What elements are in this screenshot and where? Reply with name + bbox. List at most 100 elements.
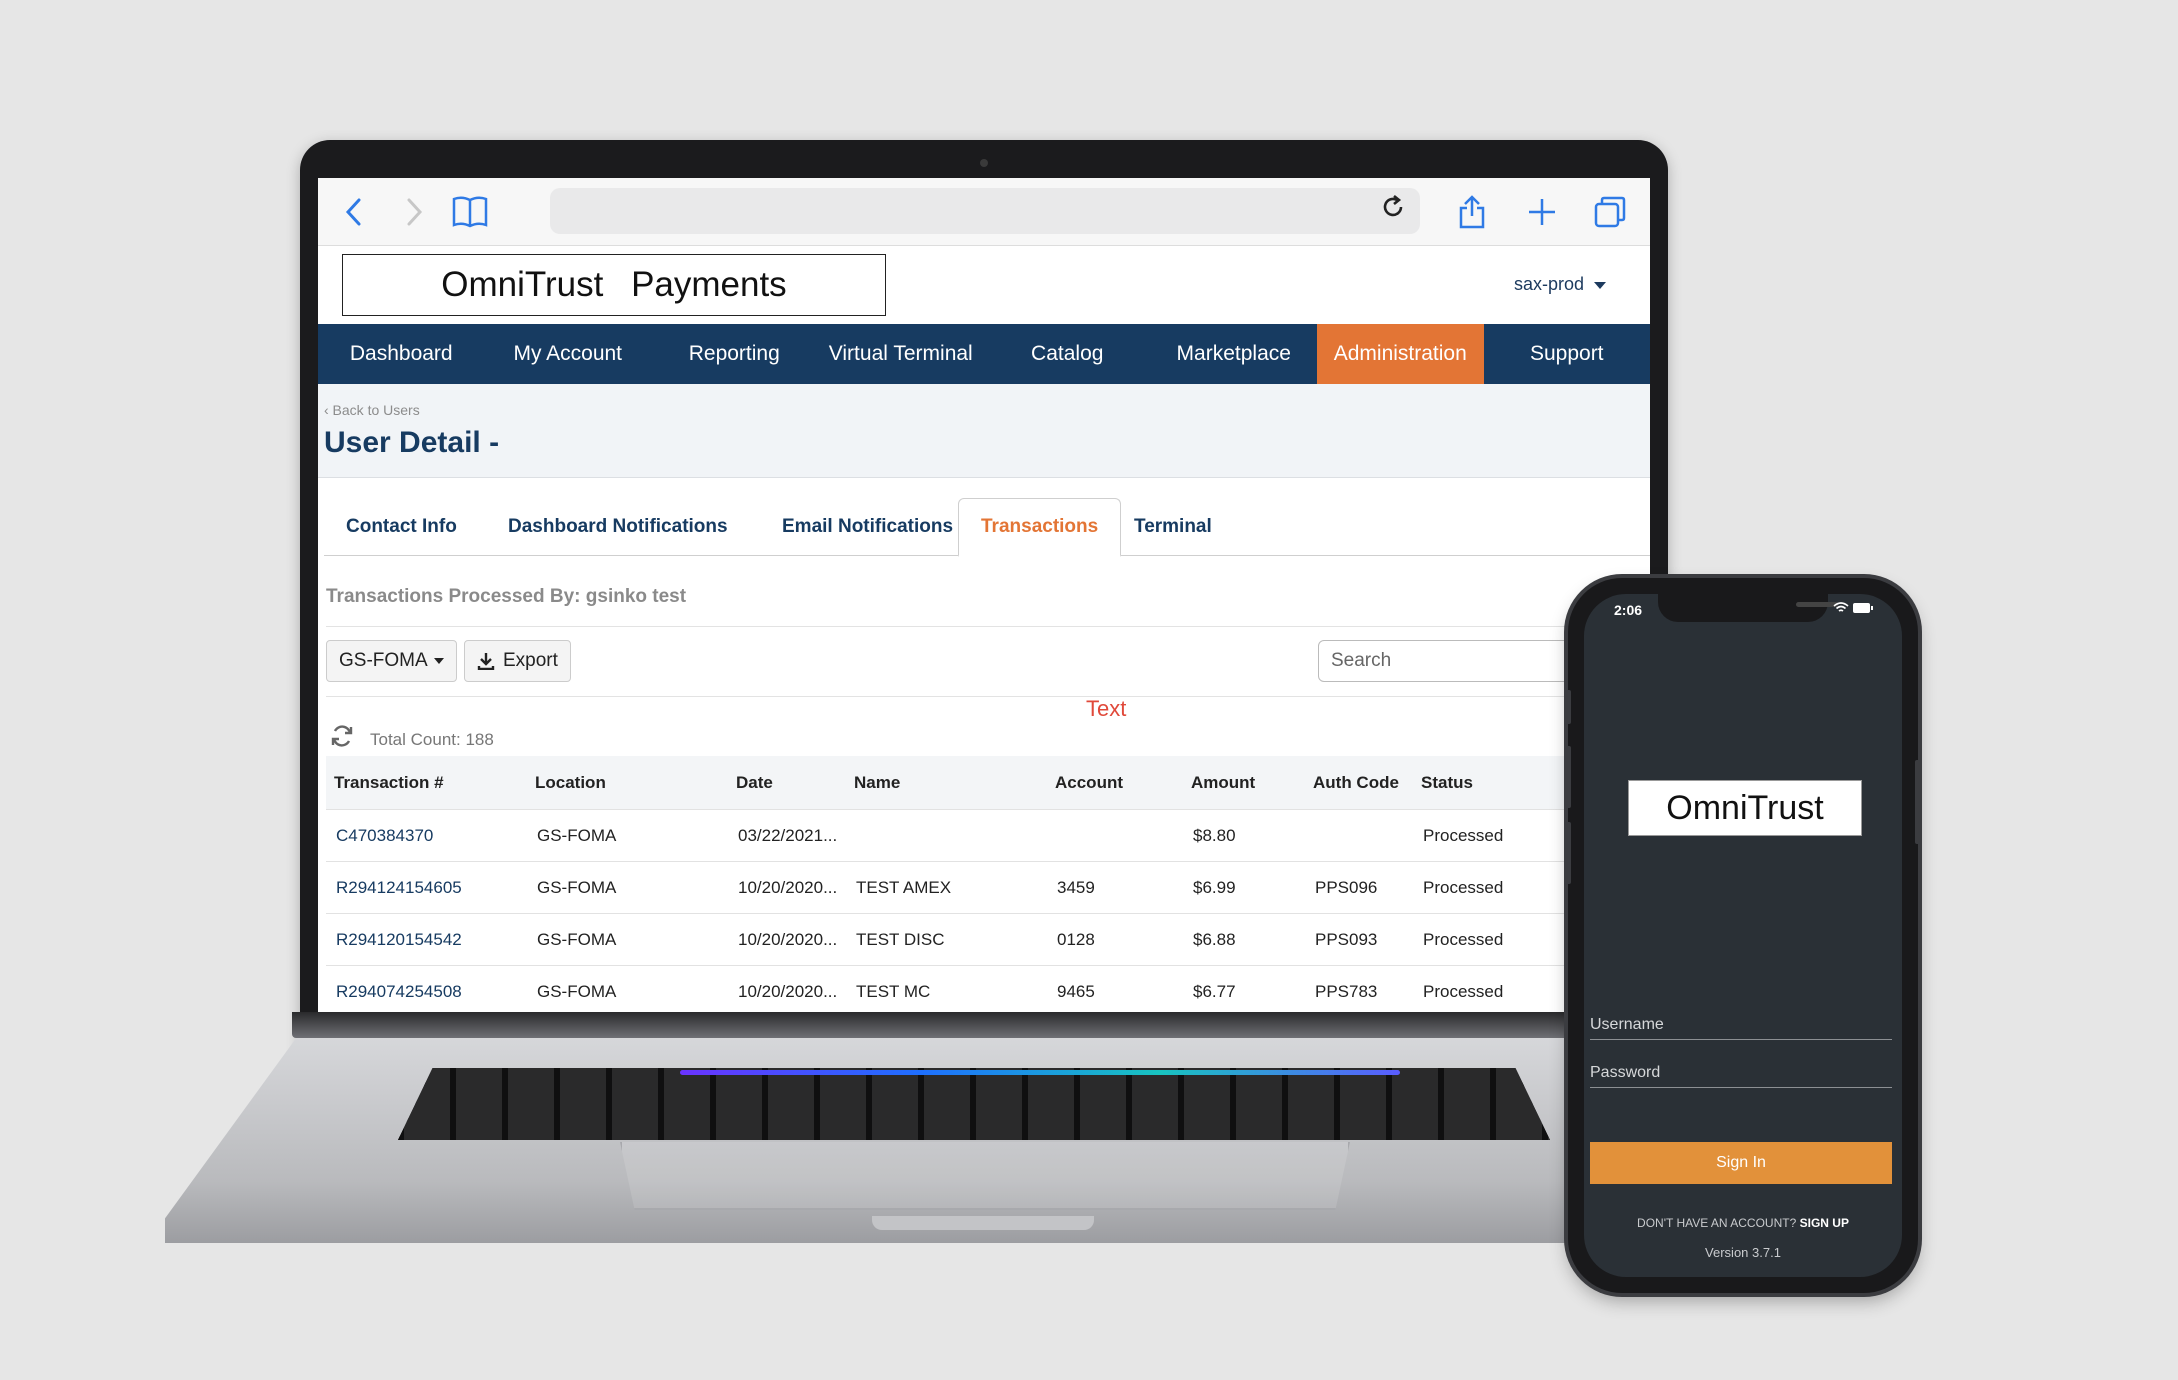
phone-omnitrust-logo: OmniTrust [1628,780,1862,836]
tab-email-notifications[interactable]: Email Notifications [760,498,975,556]
cell-date: 03/22/2021... [738,826,838,845]
signup-prompt: DON'T HAVE AN ACCOUNT? SIGN UP [1584,1216,1902,1230]
phone-power-button [1915,760,1920,844]
table-row[interactable]: C470384370 GS-FOMA 03/22/2021... $8.80 P… [326,810,1650,862]
phone-clock: 2:06 [1614,602,1643,618]
page-title: User Detail - [324,426,500,459]
cell-name: TEST DISC [856,930,945,949]
chevron-left-icon[interactable] [338,194,368,230]
back-to-users-link[interactable]: ‹ Back to Users [324,402,420,418]
transaction-id-link[interactable]: R294120154542 [336,930,462,950]
laptop-touchbar [680,1070,1400,1075]
phone-screen: 2:06 OmniTrust Username Password Sign In… [1584,594,1902,1277]
browser-toolbar [318,178,1650,246]
nav-support[interactable]: Support [1484,324,1651,384]
cell-auth-code: PPS783 [1315,982,1378,1001]
export-button[interactable]: Export [464,640,571,682]
table-row[interactable]: R294124154605 GS-FOMA 10/20/2020... TEST… [326,862,1650,914]
nav-my-account[interactable]: My Account [485,324,652,384]
password-field[interactable]: Password [1590,1054,1892,1088]
cell-account: 9465 [1057,982,1095,1001]
transaction-id-link[interactable]: C470384370 [336,826,433,846]
environment-dropdown[interactable]: sax-prod [1514,274,1606,295]
laptop-hinge [292,1012,1676,1038]
reload-icon[interactable] [1380,194,1406,228]
cell-name: TEST AMEX [856,878,952,897]
laptop-camera [980,159,988,167]
omnitrust-logo[interactable]: OmniTrust Payments [342,254,886,316]
phone-volume-down [1566,822,1571,884]
cell-date: 10/20/2020... [738,982,838,1001]
cell-auth-code: PPS096 [1315,878,1378,897]
tab-terminal[interactable]: Terminal [1112,498,1234,556]
export-label: Export [503,650,558,671]
cell-name: TEST MC [856,982,931,1001]
cell-amount: $8.80 [1193,826,1236,845]
column-header-account[interactable]: Account [1055,773,1123,793]
transaction-id-link[interactable]: R294124154605 [336,878,462,898]
cell-location: GS-FOMA [537,878,617,897]
address-bar[interactable] [550,188,1420,234]
nav-reporting[interactable]: Reporting [651,324,818,384]
phone-notch [1658,594,1838,622]
refresh-icon[interactable] [330,724,354,755]
divider [326,626,1650,627]
column-header-auth-code[interactable]: Auth Code [1313,773,1399,793]
nav-dashboard[interactable]: Dashboard [318,324,485,384]
nav-catalog[interactable]: Catalog [984,324,1151,384]
cell-location: GS-FOMA [537,826,617,845]
cell-amount: $6.99 [1193,878,1236,897]
sign-in-button[interactable]: Sign In [1590,1142,1892,1184]
chevron-right-icon[interactable] [400,194,430,230]
site-header: OmniTrust Payments sax-prod [318,246,1650,322]
location-filter-label: GS-FOMA [339,650,428,671]
caret-down-icon [433,658,444,664]
username-field[interactable]: Username [1590,1006,1892,1040]
cell-status: Processed [1423,982,1504,1001]
cell-status: Processed [1423,826,1504,845]
tab-dashboard-notifications[interactable]: Dashboard Notifications [486,498,750,556]
main-nav: Dashboard My Account Reporting Virtual T… [318,324,1650,384]
divider [326,696,1650,697]
share-icon[interactable] [1454,194,1490,230]
cell-status: Processed [1423,930,1504,949]
cell-status: Processed [1423,878,1504,897]
phone-volume-up [1566,746,1571,808]
total-count: Total Count: 188 [370,730,494,749]
nav-virtual-terminal[interactable]: Virtual Terminal [818,324,985,384]
transaction-id-link[interactable]: R294074254508 [336,982,462,1002]
column-header-date[interactable]: Date [736,773,773,793]
plus-icon[interactable] [1524,194,1560,230]
signup-link[interactable]: SIGN UP [1800,1216,1849,1230]
location-filter-dropdown[interactable]: GS-FOMA [326,640,457,682]
wifi-icon [1833,602,1852,617]
nav-marketplace[interactable]: Marketplace [1151,324,1318,384]
cell-location: GS-FOMA [537,930,617,949]
cell-auth-code: PPS093 [1315,930,1378,949]
table-header: Transaction # Location Date Name Account… [326,756,1650,810]
nav-administration[interactable]: Administration [1317,324,1484,384]
table-row[interactable]: R294120154542 GS-FOMA 10/20/2020... TEST… [326,914,1650,966]
detail-tabs: Contact Info Dashboard Notifications Ema… [324,498,1650,557]
cell-date: 10/20/2020... [738,930,838,949]
processed-by-label: Transactions Processed By: gsinko test [326,586,687,607]
column-header-status[interactable]: Status [1421,773,1473,793]
table-row[interactable]: R294074254508 GS-FOMA 10/20/2020... TEST… [326,966,1650,1012]
download-icon [477,652,495,670]
environment-label: sax-prod [1513,274,1584,294]
tabs-icon[interactable] [1590,194,1630,230]
laptop-lip [872,1216,1094,1230]
tab-transactions[interactable]: Transactions [958,498,1122,557]
column-header-name[interactable]: Name [854,773,900,793]
cell-account: 0128 [1057,930,1095,949]
page-header: ‹ Back to Users User Detail - [318,384,1650,478]
cell-location: GS-FOMA [537,982,617,1001]
cell-account: 3459 [1057,878,1095,897]
book-icon[interactable] [450,194,490,230]
app-version: Version 3.7.1 [1705,1245,1781,1260]
tab-contact-info[interactable]: Contact Info [324,498,479,556]
column-header-transaction[interactable]: Transaction # [334,773,444,793]
laptop-screen: OmniTrust Payments sax-prod Dashboard My… [318,178,1650,1012]
column-header-amount[interactable]: Amount [1191,773,1255,793]
column-header-location[interactable]: Location [535,773,606,793]
